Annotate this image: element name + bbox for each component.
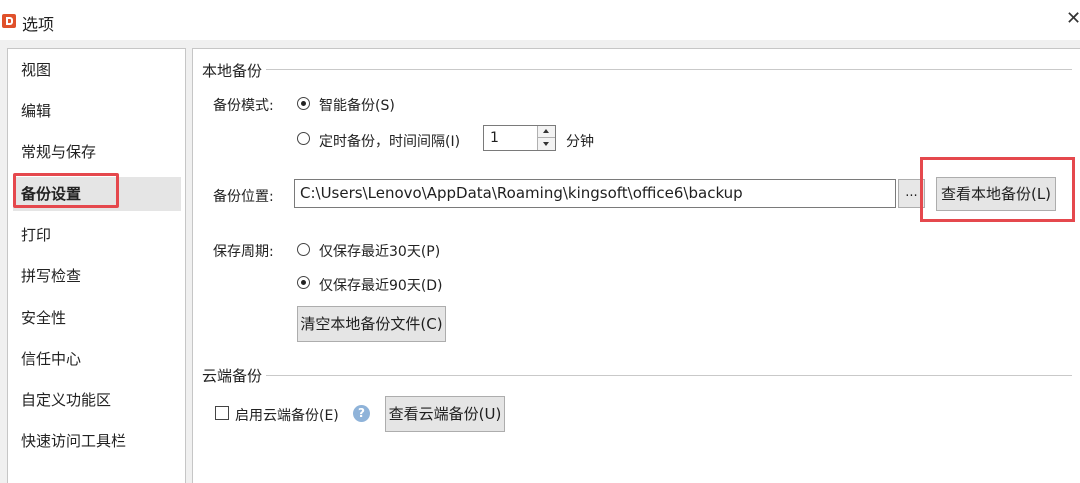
sidebar-item-general-save[interactable]: 常规与保存 [13,135,181,169]
backup-location-input[interactable]: C:\Users\Lenovo\AppData\Roaming\kingsoft… [294,179,896,208]
sidebar-item-quick-access-toolbar[interactable]: 快速访问工具栏 [13,424,181,458]
interval-unit-label: 分钟 [566,134,594,150]
browse-button[interactable]: ... [898,179,925,208]
sidebar-item-print[interactable]: 打印 [13,218,181,252]
sidebar-item-spell-check[interactable]: 拼写检查 [13,259,181,293]
sidebar-item-view[interactable]: 视图 [13,53,181,87]
stepper-down-icon[interactable] [538,138,555,150]
close-icon[interactable]: ✕ [1066,10,1080,28]
radio-keep-30-days[interactable] [297,243,310,256]
backup-mode-label: 备份模式: [213,98,274,114]
options-dialog: 选项 ✕ 视图 编辑 常规与保存 备份设置 打印 拼写检查 安全性 信任中心 自… [0,0,1080,483]
window-title: 选项 [22,15,55,34]
radio-timed-backup[interactable] [297,132,310,145]
interval-value[interactable]: 1 [490,130,499,146]
local-backup-divider [266,69,1072,70]
sidebar-item-customize-ribbon[interactable]: 自定义功能区 [13,383,181,417]
sidebar-nav: 视图 编辑 常规与保存 备份设置 打印 拼写检查 安全性 信任中心 自定义功能区… [7,48,186,483]
clear-local-backup-button[interactable]: 清空本地备份文件(C) [297,306,446,342]
local-backup-section-title: 本地备份 [202,62,263,80]
sidebar-item-security[interactable]: 安全性 [13,301,181,335]
cloud-backup-divider [266,375,1072,376]
timed-backup-label[interactable]: 定时备份，时间间隔(I) [319,131,460,151]
keep-30-days-label[interactable]: 仅保存最近30天(P) [319,241,440,261]
keep-90-days-label[interactable]: 仅保存最近90天(D) [319,275,443,295]
radio-smart-backup[interactable] [297,97,310,110]
radio-keep-90-days[interactable] [297,276,310,289]
backup-location-label: 备份位置: [213,189,274,205]
sidebar-item-backup-settings[interactable]: 备份设置 [13,177,181,211]
interval-stepper-buttons [537,126,555,150]
enable-cloud-backup-label[interactable]: 启用云端备份(E) [235,405,339,425]
save-period-label: 保存周期: [213,244,274,260]
view-local-backup-button[interactable]: 查看本地备份(L) [936,177,1056,211]
stepper-up-icon[interactable] [538,126,555,138]
enable-cloud-backup-checkbox[interactable] [215,406,229,420]
smart-backup-label[interactable]: 智能备份(S) [319,95,395,115]
interval-stepper[interactable]: 1 [483,125,556,151]
sidebar-item-trust-center[interactable]: 信任中心 [13,342,181,376]
cloud-backup-section-title: 云端备份 [202,367,263,385]
help-icon[interactable]: ? [353,405,370,422]
wps-app-icon [2,14,16,28]
view-cloud-backup-button[interactable]: 查看云端备份(U) [385,396,505,432]
sidebar-item-edit[interactable]: 编辑 [13,94,181,128]
title-bar: 选项 ✕ [0,0,1080,40]
